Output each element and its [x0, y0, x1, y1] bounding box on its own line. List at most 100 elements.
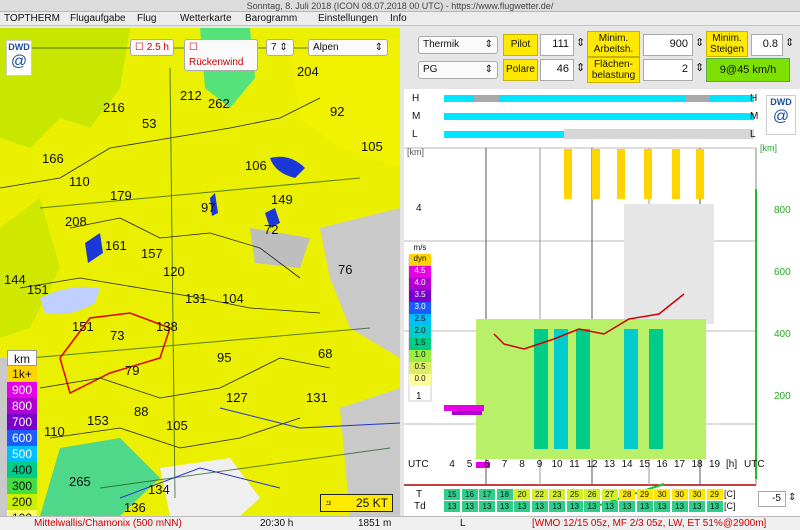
- min-work-stepper[interactable]: ⇕: [695, 36, 704, 49]
- altitude-unit-left: [km]: [407, 147, 424, 157]
- map-value: 79: [125, 363, 140, 378]
- menu-info[interactable]: Info: [390, 13, 407, 24]
- hour-unit: [h]: [726, 459, 738, 470]
- dewpoint-unit: [C]: [724, 501, 736, 511]
- hour-tick: 4: [449, 459, 455, 470]
- polar-label: Polare: [503, 59, 538, 81]
- pilot-stepper[interactable]: ⇕: [576, 36, 585, 49]
- legend-item: 400: [7, 462, 37, 478]
- temp-cell: 20: [514, 489, 530, 500]
- tailwind-toggle[interactable]: ☐ Rückenwind: [184, 39, 258, 71]
- dewpoint-cell: 13: [514, 501, 530, 512]
- menu-wetterkarte[interactable]: Wetterkarte: [180, 13, 232, 24]
- region-select[interactable]: Alpen ⇕: [308, 39, 388, 56]
- legend-item: 700: [7, 414, 37, 430]
- dwd-logo-sounding: DWD @: [766, 95, 796, 135]
- hour-tick: 10: [551, 459, 563, 470]
- status-layer: L: [460, 518, 466, 529]
- map-value: 144: [4, 272, 26, 287]
- dewpoint-cell: 13: [706, 501, 723, 512]
- dewpoint-cell: 13: [601, 501, 618, 512]
- polar-field[interactable]: 46: [540, 59, 574, 81]
- temp-cell: 27: [601, 489, 618, 500]
- temp-cell: 17: [479, 489, 495, 500]
- map-value: 104: [222, 291, 244, 306]
- climb-legend-item: 2.5: [409, 314, 431, 326]
- dewpoint-cell: 13: [444, 501, 460, 512]
- dewpoint-cell: 13: [531, 501, 548, 512]
- climb-legend-item: 3.5: [409, 290, 431, 302]
- map-value: 131: [306, 390, 328, 405]
- dewpoint-cell: 13: [619, 501, 635, 512]
- altitude-right-600: 600: [774, 267, 791, 278]
- cloud-row-l-right: L: [750, 129, 756, 140]
- menu-topthem[interactable]: TOPTHERM: [4, 13, 60, 24]
- status-location: Mittelwallis/Chamonix (500 mNN): [34, 518, 182, 529]
- climb-legend-item: 4.5: [409, 266, 431, 278]
- map-value: 138: [156, 319, 178, 334]
- wing-load-stepper[interactable]: ⇕: [695, 61, 704, 74]
- temp-cell: 18: [496, 489, 513, 500]
- wing-load-label: Flächen-belastung: [587, 57, 640, 83]
- dewpoint-cell: 13: [671, 501, 688, 512]
- polar-stepper[interactable]: ⇕: [576, 61, 585, 74]
- legend-item: 300: [7, 478, 37, 494]
- dewpoint-cell: 13: [584, 501, 600, 512]
- map-value: 134: [148, 482, 170, 497]
- climb-legend-item: 0.0: [409, 374, 431, 386]
- hour-tick: 16: [656, 459, 668, 470]
- temp-row: 15 16 17 18 20 22 23 25 26 27 28 29 30 30 30 29: [444, 489, 744, 500]
- sounding-panel: Thermik ⇕ Pilot 111 ⇕ Minim. Arbeitsh. 90…: [404, 28, 800, 516]
- sounding-chart: H M L H M L DWD @ [km] [km] 4 1 800 600 4…: [404, 89, 800, 516]
- status-time: 20:30 h: [260, 518, 294, 529]
- min-work-field[interactable]: 900: [643, 34, 693, 56]
- dewpoint-cell: 13: [566, 501, 583, 512]
- mode-select[interactable]: Thermik ⇕: [418, 36, 498, 54]
- dwd-logo: DWD @: [6, 40, 32, 76]
- step-select[interactable]: 7 ⇕: [266, 39, 294, 56]
- temp-cell: 25: [566, 489, 583, 500]
- climb-legend-unit: m/s: [413, 243, 427, 252]
- min-work-label: Minim. Arbeitsh.: [587, 31, 640, 57]
- temp-label: T: [416, 489, 423, 500]
- hour-tick: 5: [466, 459, 473, 470]
- hour-tick: 11: [569, 459, 580, 470]
- map-value: 208: [65, 214, 87, 229]
- cloud-row-m-right: M: [750, 111, 759, 122]
- map-value: 151: [27, 282, 49, 297]
- menu-flugaufgabe[interactable]: Flugaufgabe: [70, 13, 126, 24]
- hour-tick: 17: [673, 459, 686, 470]
- map-value: 127: [226, 390, 248, 405]
- map-value: 110: [69, 174, 90, 189]
- menu-flug[interactable]: Flug: [137, 13, 156, 24]
- pilot-field[interactable]: 111: [540, 34, 574, 56]
- map-value: 212: [180, 88, 202, 103]
- map-value: 161: [105, 238, 127, 253]
- altitude-left-1: 1: [416, 391, 422, 402]
- thermal-map[interactable]: ☐ 2.5 h ☐ Rückenwind 7 ⇕ Alpen ⇕ DWD @ 20…: [0, 28, 400, 516]
- menu-bar: TOPTHERM Flugaufgabe Flug Wetterkarte Ba…: [0, 12, 800, 26]
- min-climb-field[interactable]: 0.8: [751, 34, 783, 56]
- min-climb-stepper[interactable]: ⇕: [785, 36, 794, 49]
- menu-einstellungen[interactable]: Einstellungen: [318, 13, 378, 24]
- result-display: 9@45 km/h: [706, 58, 790, 82]
- altitude-right-200: 200: [774, 391, 791, 402]
- altitude-unit-right: [km]: [760, 143, 777, 153]
- time-toggle[interactable]: ☐ 2.5 h: [130, 39, 174, 56]
- climb-legend-item: 0.5: [409, 362, 431, 374]
- offset-stepper[interactable]: ⇕: [788, 492, 796, 503]
- temp-unit: [C]: [724, 489, 736, 499]
- glider-select[interactable]: PG ⇕: [418, 61, 498, 79]
- wing-load-field[interactable]: 2: [643, 59, 693, 81]
- map-value: 92: [330, 104, 345, 119]
- dewpoint-cell: 13: [496, 501, 513, 512]
- pilot-label: Pilot: [503, 34, 538, 56]
- hour-tick: 7: [501, 459, 508, 470]
- map-value: 151: [72, 319, 94, 334]
- map-value: 68: [318, 346, 333, 361]
- menu-barogramm[interactable]: Barogramm: [245, 13, 297, 24]
- legend-item: 200: [7, 494, 37, 510]
- dewpoint-cell: 13: [636, 501, 653, 512]
- cloud-row-m: M: [412, 111, 421, 122]
- offset-field[interactable]: -5: [758, 491, 786, 507]
